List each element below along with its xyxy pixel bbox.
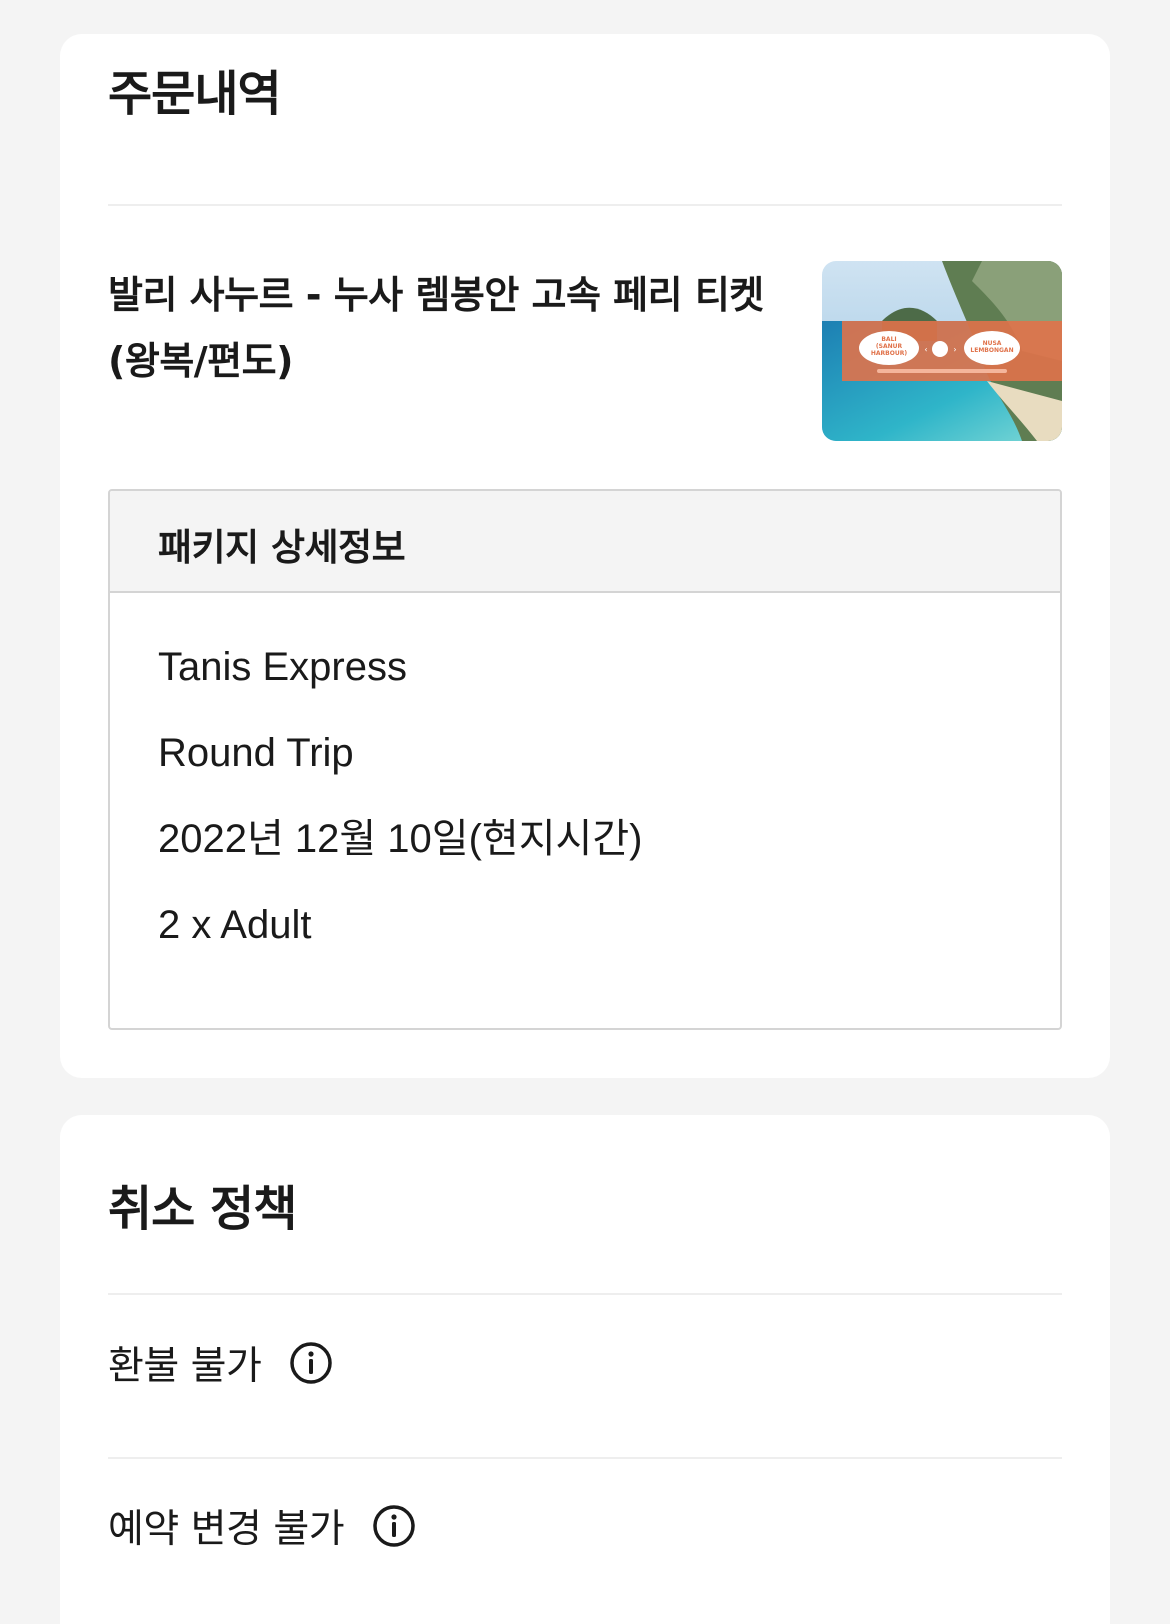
order-section-title: 주문내역 — [108, 66, 282, 122]
info-icon[interactable] — [289, 1341, 333, 1385]
ferry-route-image: BALI (SANUR HARBOUR) NUSA LEMBONGAN ‹ › — [822, 261, 1062, 441]
cancellation-section-title: 취소 정책 — [108, 1181, 297, 1237]
svg-text:HARBOUR): HARBOUR) — [871, 350, 907, 357]
cancellation-item-no-refund: 환불 불가 — [108, 1333, 333, 1393]
package-date: 2022년 12월 10일(현지시간) — [158, 817, 643, 861]
info-icon[interactable] — [372, 1504, 416, 1548]
package-details-header: 패키지 상세정보 — [110, 491, 1060, 593]
svg-text:›: › — [953, 345, 956, 354]
divider — [108, 1457, 1062, 1459]
package-details-list: Tanis Express Round Trip 2022년 12월 10일(현… — [158, 639, 642, 983]
package-details-title: 패키지 상세정보 — [158, 526, 406, 569]
order-details-page: 주문내역 발리 사누르 - 누사 렘봉안 고속 페리 티켓 (왕복/편도) BA… — [0, 0, 1170, 1624]
package-operator: Tanis Express — [158, 645, 407, 689]
product-thumbnail[interactable]: BALI (SANUR HARBOUR) NUSA LEMBONGAN ‹ › — [822, 261, 1062, 441]
svg-text:‹: ‹ — [924, 345, 927, 354]
no-change-label: 예약 변경 불가 — [108, 1507, 345, 1552]
package-quantity: 2 x Adult — [158, 903, 312, 947]
package-details-box: 패키지 상세정보 Tanis Express Round Trip 2022년 … — [108, 489, 1062, 1030]
divider — [108, 1293, 1062, 1295]
product-title[interactable]: 발리 사누르 - 누사 렘봉안 고속 페리 티켓 (왕복/편도) — [108, 262, 798, 394]
svg-text:NUSA: NUSA — [983, 340, 1002, 347]
package-trip-type: Round Trip — [158, 731, 354, 775]
order-summary-card: 주문내역 발리 사누르 - 누사 렘봉안 고속 페리 티켓 (왕복/편도) BA… — [60, 34, 1110, 1078]
divider — [108, 204, 1062, 206]
svg-text:BALI: BALI — [881, 336, 896, 343]
no-refund-label: 환불 불가 — [108, 1344, 262, 1389]
cancellation-policy-card: 취소 정책 환불 불가 예약 변경 불가 — [60, 1115, 1110, 1624]
svg-text:LEMBONGAN: LEMBONGAN — [970, 347, 1013, 354]
svg-text:(SANUR: (SANUR — [876, 343, 903, 350]
cancellation-item-no-change: 예약 변경 불가 — [108, 1496, 416, 1556]
